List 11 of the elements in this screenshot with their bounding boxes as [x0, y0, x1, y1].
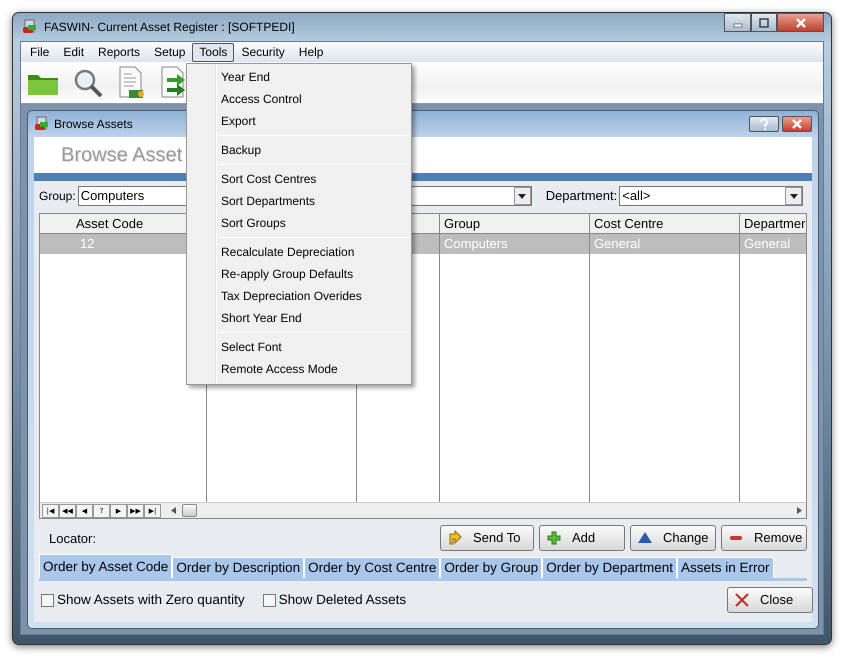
window-title: FASWIN- Current Asset Register : [SOFTPEDI]	[44, 19, 295, 36]
table-cell: General	[740, 234, 806, 254]
field-label: Group:	[39, 188, 76, 205]
field-label: Department:	[546, 187, 618, 206]
page-heading: Browse Asset	[61, 143, 182, 168]
table-cell: General	[590, 234, 739, 254]
locator-label: Locator:	[49, 530, 96, 548]
window-title: Browse Assets	[54, 116, 133, 133]
checkbox-label: Show Assets with Zero quantity	[57, 590, 245, 609]
checkbox-label: Show Deleted Assets	[278, 590, 406, 609]
table-cell: Computers	[440, 234, 589, 254]
